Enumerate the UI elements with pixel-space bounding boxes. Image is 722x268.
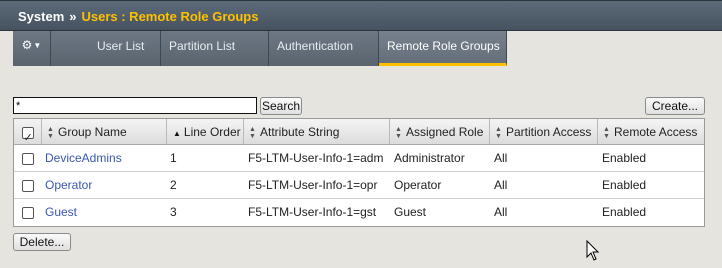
select-all-checkbox[interactable] — [21, 125, 34, 144]
row-checkbox[interactable] — [22, 152, 34, 165]
row-select — [14, 172, 42, 198]
row-checkbox[interactable] — [22, 206, 34, 219]
column-header-label: Assigned Role — [406, 125, 484, 139]
tab-authentication[interactable]: Authentication — [269, 31, 379, 66]
column-header-label: Line Order — [183, 125, 241, 139]
column-header-label: Group Name — [58, 125, 127, 139]
column-header-attribute-string[interactable]: ▲ ▼ Attribute String — [244, 119, 390, 144]
assigned-role-cell: Administrator — [394, 151, 465, 165]
attribute-string-cell: F5-LTM-User-Info-1=gst — [248, 205, 377, 219]
column-header-remote-access[interactable]: ▲ ▼ Remote Access — [598, 119, 704, 144]
sort-icon: ▲ ▼ — [395, 125, 402, 140]
setup-menu-button[interactable]: ⚙▼ — [13, 31, 51, 66]
group-name-cell: Operator — [42, 172, 167, 198]
select-all-header — [14, 119, 42, 144]
remote-access-cell: Enabled — [602, 205, 647, 219]
assigned-role-cell: Guest — [394, 205, 427, 219]
tab-partition-list[interactable]: Partition List — [161, 31, 269, 66]
line-order-cell: 2 — [170, 178, 177, 192]
remote-role-groups-table: ▲▼ Group Name ▲Line Order ▲▼ Attribute Str… — [13, 118, 705, 227]
line-order-cell: 3 — [170, 205, 177, 219]
sort-icon: ▲ ▼ — [495, 125, 502, 140]
group-name-cell: DeviceAdmins — [42, 145, 167, 171]
breadcrumb-root[interactable]: System — [18, 9, 64, 24]
tab-remote-role-groups[interactable]: Remote Role Groups — [379, 31, 507, 66]
sort-icon: ▲ ▼ — [47, 125, 54, 140]
gear-icon: ⚙ — [21, 38, 33, 52]
sort-icon: ▲ ▼ — [249, 125, 256, 140]
column-header-label: Partition Access — [506, 125, 592, 139]
column-header-line-order[interactable]: ▲ Line Order — [167, 119, 244, 144]
column-header-partition-access[interactable]: ▲ ▼ Partition Access — [490, 119, 598, 144]
group-name-link[interactable]: DeviceAdmins — [45, 151, 122, 165]
tab-user-list[interactable]: User List — [51, 31, 161, 66]
table-header: ▲▼ Group Name ▲Line Order ▲▼ Attribute Str… — [14, 119, 704, 145]
breadcrumb-separator: » — [69, 9, 77, 24]
tab-bar: ⚙▼ User List Partition List Authenticati… — [0, 31, 722, 67]
mouse-cursor-icon — [586, 240, 600, 261]
attribute-string-cell: F5-LTM-User-Info-1=opr — [248, 178, 378, 192]
table-row: DeviceAdmins 1 F5-LTM-User-Info-1=adm Ad… — [14, 145, 704, 172]
breadcrumb-current: Users : Remote Role Groups — [81, 9, 259, 24]
table-row: Operator 2 F5-LTM-User-Info-1=opr Operat… — [14, 172, 704, 199]
delete-button[interactable]: Delete... — [13, 233, 71, 251]
title-bar: System » Users : Remote Role Groups — [0, 0, 722, 31]
chevron-down-icon: ▼ — [33, 41, 42, 51]
column-header-assigned-role[interactable]: ▲ ▼ Assigned Role — [390, 119, 490, 144]
column-header-group-name[interactable]: ▲ ▼ Group Name — [42, 119, 167, 144]
breadcrumb: System » Users : Remote Role Groups — [18, 9, 258, 24]
group-name-link[interactable]: Operator — [45, 178, 92, 192]
remote-access-cell: Enabled — [602, 178, 647, 192]
row-select — [14, 199, 42, 226]
group-name-link[interactable]: Guest — [45, 205, 77, 219]
sort-icon: ▲ ▼ — [603, 125, 610, 140]
sort-ascending-icon: ▲ — [173, 129, 181, 138]
partition-access-cell: All — [494, 178, 508, 192]
column-header-label: Remote Access — [614, 125, 698, 139]
assigned-role-cell: Operator — [394, 178, 442, 192]
create-button[interactable]: Create... — [645, 97, 705, 115]
group-name-cell: Guest — [42, 199, 167, 226]
partition-access-cell: All — [494, 205, 508, 219]
table-row: Guest 3 F5-LTM-User-Info-1=gst Guest All… — [14, 199, 704, 226]
row-select — [14, 145, 42, 171]
column-header-label: Attribute String — [260, 125, 340, 139]
attribute-string-cell: F5-LTM-User-Info-1=adm — [248, 151, 384, 165]
search-button[interactable]: Search — [260, 97, 302, 115]
line-order-cell: 1 — [170, 151, 177, 165]
partition-access-cell: All — [494, 151, 508, 165]
row-checkbox[interactable] — [22, 179, 34, 192]
remote-access-cell: Enabled — [602, 151, 647, 165]
search-input[interactable] — [13, 97, 257, 114]
